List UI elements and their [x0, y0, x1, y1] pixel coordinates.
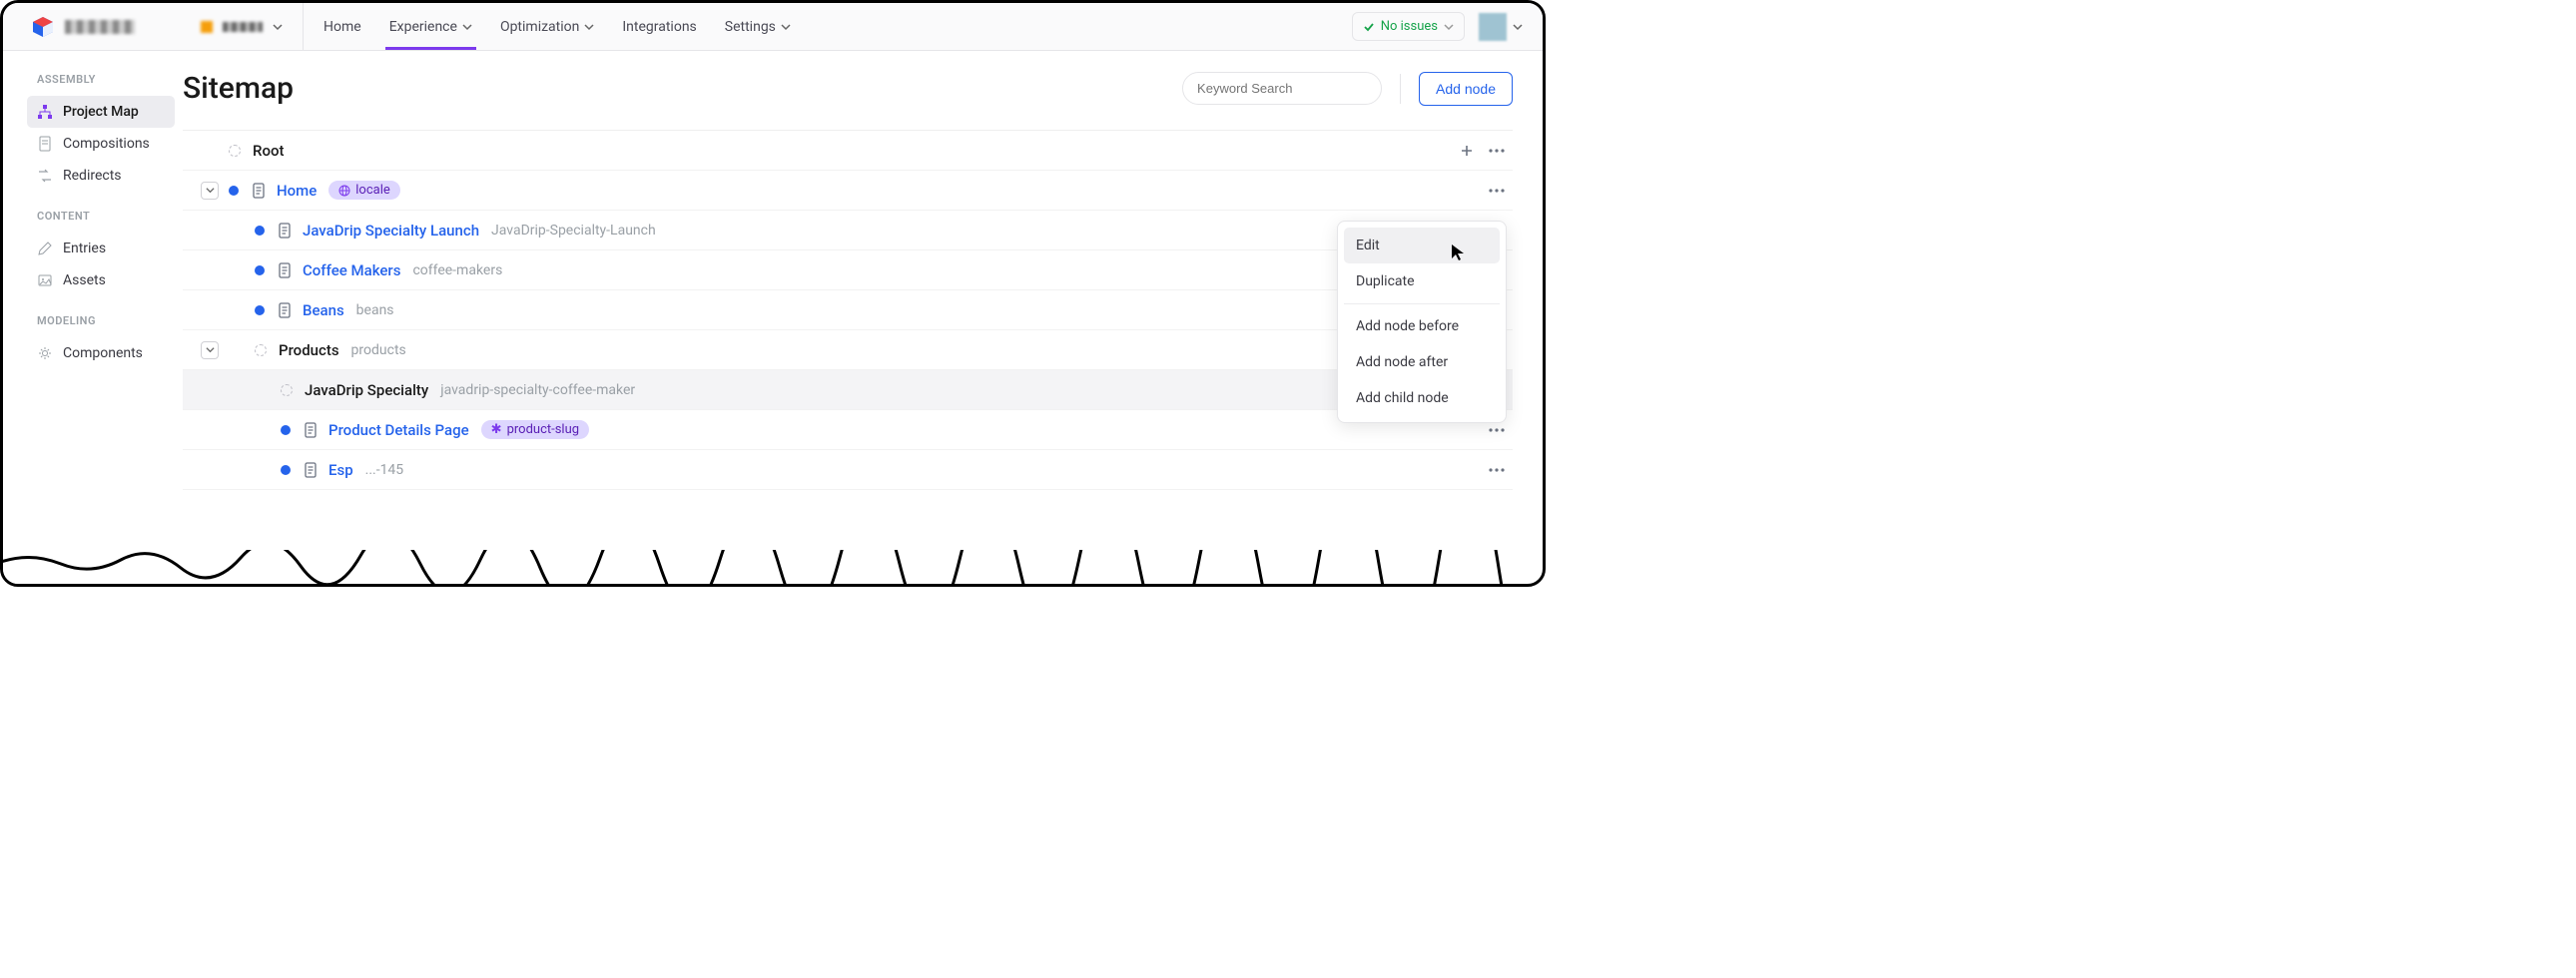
image-icon	[37, 272, 53, 288]
tree-row[interactable]: Beans beans	[183, 290, 1513, 330]
nav-settings[interactable]: Settings	[725, 3, 791, 50]
sidebar-item-compositions[interactable]: Compositions	[3, 128, 183, 160]
redirect-icon	[37, 168, 53, 184]
tree-row[interactable]: Products products	[183, 330, 1513, 370]
node-name: Products	[279, 341, 339, 359]
tree-row[interactable]: Home locale	[183, 171, 1513, 211]
tree-row[interactable]: JavaDrip Specialty Launch JavaDrip-Specia…	[183, 211, 1513, 250]
page-title: Sitemap	[183, 71, 1182, 106]
project-switcher[interactable]	[201, 3, 304, 50]
sidebar-section-content: CONTENT	[3, 210, 183, 233]
file-icon	[37, 136, 53, 152]
search-input[interactable]	[1182, 72, 1382, 105]
gear-icon	[37, 345, 53, 361]
ctx-add-after[interactable]: Add node after	[1344, 344, 1500, 380]
node-slug: products	[351, 342, 406, 358]
torn-edge	[1, 550, 1546, 586]
tree-row[interactable]: JavaDrip Specialty javadrip-specialty-cof…	[183, 370, 1513, 410]
node-name: JavaDrip Specialty	[305, 381, 428, 399]
status-empty	[229, 145, 241, 157]
status-dot	[281, 425, 291, 435]
more-icon[interactable]	[1485, 179, 1509, 203]
file-icon	[303, 422, 319, 438]
sidebar-item-components[interactable]: Components	[3, 337, 183, 369]
more-icon[interactable]	[1485, 139, 1509, 163]
more-icon[interactable]	[1485, 458, 1509, 482]
chevron-down-icon	[781, 22, 791, 32]
issues-button[interactable]: No issues	[1352, 12, 1465, 41]
nav-home[interactable]: Home	[323, 3, 361, 50]
expand-toggle[interactable]	[201, 341, 219, 359]
nav-integrations[interactable]: Integrations	[622, 3, 696, 50]
chevron-down-icon	[1444, 22, 1454, 32]
tree-row[interactable]: Product Details Page ✱product-slug	[183, 410, 1513, 450]
file-icon	[277, 223, 293, 239]
node-name[interactable]: JavaDrip Specialty Launch	[303, 222, 479, 240]
pencil-icon	[37, 241, 53, 256]
node-slug: javadrip-specialty-coffee-maker	[440, 382, 635, 398]
tree-row[interactable]: Coffee Makers coffee-makers	[183, 250, 1513, 290]
add-node-button[interactable]: Add node	[1419, 72, 1513, 106]
add-child-icon[interactable]	[1455, 139, 1479, 163]
node-slug: ...-145	[365, 462, 404, 478]
status-dot	[255, 265, 265, 275]
node-name[interactable]: Coffee Makers	[303, 261, 400, 279]
node-slug: coffee-makers	[412, 262, 502, 278]
node-name: Root	[253, 142, 284, 160]
node-slug: beans	[356, 302, 394, 318]
node-name[interactable]: Product Details Page	[328, 421, 469, 439]
file-icon	[277, 302, 293, 318]
ctx-add-child[interactable]: Add child node	[1344, 380, 1500, 416]
node-name[interactable]: Home	[277, 182, 317, 200]
context-menu: Edit Duplicate Add node before Add node …	[1337, 221, 1507, 423]
sidebar-section-modeling: MODELING	[3, 314, 183, 337]
node-name[interactable]: Esp	[328, 461, 353, 479]
locale-badge: ✱product-slug	[481, 420, 589, 439]
nav-experience[interactable]: Experience	[389, 3, 472, 50]
status-empty	[255, 344, 267, 356]
tree-row[interactable]: Root	[183, 131, 1513, 171]
status-dot	[281, 465, 291, 475]
chevron-down-icon	[584, 22, 594, 32]
check-icon	[1363, 21, 1375, 33]
sidebar-item-assets[interactable]: Assets	[3, 264, 183, 296]
status-dot	[229, 186, 239, 196]
file-icon	[251, 183, 267, 199]
sidebar-item-entries[interactable]: Entries	[3, 233, 183, 264]
nav-optimization[interactable]: Optimization	[500, 3, 594, 50]
node-slug: JavaDrip-Specialty-Launch	[491, 223, 656, 239]
status-dot	[255, 305, 265, 315]
sidebar-item-project-map[interactable]: Project Map	[27, 96, 175, 128]
expand-toggle[interactable]	[201, 182, 219, 200]
org-name	[65, 20, 135, 34]
chevron-down-icon[interactable]	[1513, 22, 1523, 32]
logo-icon	[31, 15, 55, 39]
avatar[interactable]	[1479, 13, 1507, 41]
status-dot	[255, 226, 265, 236]
ctx-add-before[interactable]: Add node before	[1344, 308, 1500, 344]
status-empty	[281, 384, 293, 396]
ctx-edit[interactable]: Edit	[1344, 228, 1500, 263]
cursor-icon	[1451, 244, 1465, 261]
tree-row[interactable]: Esp ...-145	[183, 450, 1513, 490]
node-name[interactable]: Beans	[303, 301, 344, 319]
chevron-down-icon	[462, 22, 472, 32]
file-icon	[303, 462, 319, 478]
locale-badge: locale	[328, 181, 400, 200]
sidebar-item-redirects[interactable]: Redirects	[3, 160, 183, 192]
chevron-down-icon	[273, 22, 283, 32]
sitemap-icon	[37, 104, 53, 120]
file-icon	[277, 262, 293, 278]
ctx-duplicate[interactable]: Duplicate	[1344, 263, 1500, 299]
sidebar-section-assembly: ASSEMBLY	[3, 73, 183, 96]
